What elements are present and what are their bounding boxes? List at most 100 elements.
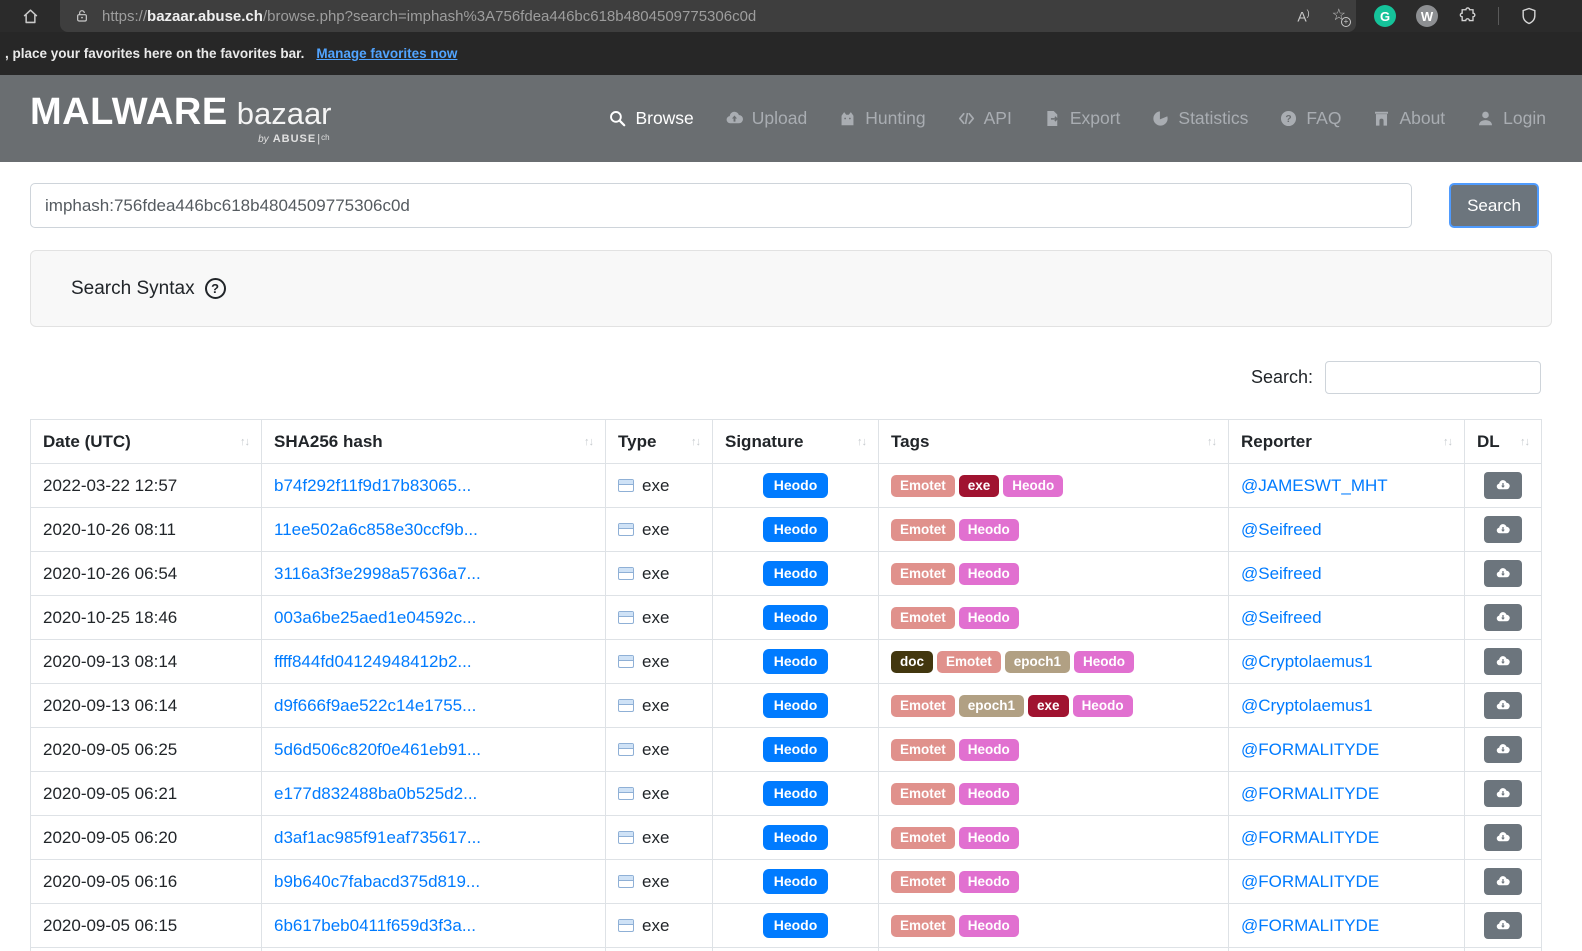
tag-badge-heodo[interactable]: Heodo (959, 519, 1019, 541)
nav-item-faq[interactable]: FAQ (1279, 108, 1341, 129)
nav-item-export[interactable]: Export (1043, 108, 1121, 129)
tag-badge-emotet[interactable]: Emotet (937, 651, 1001, 673)
tag-badge-emotet[interactable]: Emotet (891, 915, 955, 937)
signature-badge[interactable]: Heodo (763, 825, 829, 850)
download-button[interactable] (1484, 912, 1522, 939)
column-header-reporter[interactable]: Reporter↑↓ (1229, 420, 1465, 464)
sort-icon[interactable]: ↑↓ (240, 436, 249, 448)
reporter-link[interactable]: @FORMALITYDE (1241, 828, 1379, 847)
download-button[interactable] (1484, 560, 1522, 587)
sort-icon[interactable]: ↑↓ (1443, 436, 1452, 448)
nav-item-hunting[interactable]: Hunting (838, 108, 925, 129)
nav-item-api[interactable]: API (957, 108, 1012, 129)
reporter-link[interactable]: @JAMESWT_MHT (1241, 476, 1388, 495)
sha256-hash-link[interactable]: b9b640c7fabacd375d819... (274, 872, 480, 891)
reporter-link[interactable]: @Seifreed (1241, 520, 1322, 539)
tag-badge-heodo[interactable]: Heodo (1074, 651, 1134, 673)
signature-badge[interactable]: Heodo (763, 473, 829, 498)
tag-badge-heodo[interactable]: Heodo (959, 563, 1019, 585)
nav-item-statistics[interactable]: Statistics (1151, 108, 1248, 129)
download-button[interactable] (1484, 648, 1522, 675)
sha256-hash-link[interactable]: 5d6d506c820f0e461eb91... (274, 740, 481, 759)
column-header-dl[interactable]: DL↑↓ (1465, 420, 1542, 464)
sort-icon[interactable]: ↑↓ (584, 436, 593, 448)
tag-badge-emotet[interactable]: Emotet (891, 871, 955, 893)
sort-icon[interactable]: ↑↓ (691, 436, 700, 448)
tag-badge-heodo[interactable]: Heodo (1073, 695, 1133, 717)
tag-badge-heodo[interactable]: Heodo (959, 739, 1019, 761)
read-aloud-icon[interactable]: A) (1297, 8, 1309, 25)
signature-badge[interactable]: Heodo (763, 913, 829, 938)
sha256-hash-link[interactable]: 003a6be25aed1e04592c... (274, 608, 476, 627)
sha256-hash-link[interactable]: 11ee502a6c858e30ccf9b... (274, 520, 478, 539)
sha256-hash-link[interactable]: b74f292f11f9d17b83065... (274, 476, 471, 495)
lock-icon[interactable] (74, 8, 90, 24)
extensions-puzzle-icon[interactable] (1458, 6, 1478, 26)
sha256-hash-link[interactable]: ffff844fd04124948412b2... (274, 652, 472, 671)
reporter-link[interactable]: @FORMALITYDE (1241, 916, 1379, 935)
table-search-input[interactable] (1325, 361, 1541, 394)
address-bar[interactable]: https://bazaar.abuse.ch/browse.php?searc… (60, 0, 1356, 32)
sha256-hash-link[interactable]: 3116a3f3e2998a57636a7... (274, 564, 481, 583)
download-button[interactable] (1484, 604, 1522, 631)
tag-badge-heodo[interactable]: Heodo (959, 607, 1019, 629)
search-button[interactable]: Search (1449, 183, 1539, 228)
sort-icon[interactable]: ↑↓ (857, 436, 866, 448)
browser-essentials-icon[interactable] (1519, 6, 1539, 26)
column-header-tags[interactable]: Tags↑↓ (879, 420, 1229, 464)
tag-badge-epoch1[interactable]: epoch1 (959, 695, 1024, 717)
tag-badge-heodo[interactable]: Heodo (959, 827, 1019, 849)
column-header-type[interactable]: Type↑↓ (606, 420, 713, 464)
help-question-icon[interactable]: ? (205, 278, 226, 299)
url-text[interactable]: https://bazaar.abuse.ch/browse.php?searc… (102, 8, 1285, 25)
tag-badge-heodo[interactable]: Heodo (1003, 475, 1063, 497)
favorite-add-star-icon[interactable]: ☆+ (1332, 8, 1346, 24)
site-logo[interactable]: MALWARE bazaar byABUSE|ch (30, 93, 332, 145)
sha256-hash-link[interactable]: 6b617beb0411f659d3f3a... (274, 916, 476, 935)
download-button[interactable] (1484, 780, 1522, 807)
search-input[interactable] (30, 183, 1412, 228)
signature-badge[interactable]: Heodo (763, 517, 829, 542)
download-button[interactable] (1484, 692, 1522, 719)
sha256-hash-link[interactable]: e177d832488ba0b525d2... (274, 784, 477, 803)
search-syntax-panel[interactable]: Search Syntax ? (30, 250, 1552, 327)
reporter-link[interactable]: @Cryptolaemus1 (1241, 652, 1373, 671)
signature-badge[interactable]: Heodo (763, 869, 829, 894)
sha256-hash-link[interactable]: d3af1ac985f91eaf735617... (274, 828, 481, 847)
tag-badge-heodo[interactable]: Heodo (959, 871, 1019, 893)
nav-item-browse[interactable]: Browse (608, 108, 693, 129)
download-button[interactable] (1484, 868, 1522, 895)
reporter-link[interactable]: @Seifreed (1241, 564, 1322, 583)
reporter-link[interactable]: @Cryptolaemus1 (1241, 696, 1373, 715)
signature-badge[interactable]: Heodo (763, 605, 829, 630)
signature-badge[interactable]: Heodo (763, 781, 829, 806)
w-extension-icon[interactable]: W (1416, 5, 1438, 27)
reporter-link[interactable]: @FORMALITYDE (1241, 740, 1379, 759)
reporter-link[interactable]: @Seifreed (1241, 608, 1322, 627)
tag-badge-emotet[interactable]: Emotet (891, 475, 955, 497)
sha256-hash-link[interactable]: d9f666f9ae522c14e1755... (274, 696, 476, 715)
signature-badge[interactable]: Heodo (763, 693, 829, 718)
tag-badge-emotet[interactable]: Emotet (891, 563, 955, 585)
download-button[interactable] (1484, 824, 1522, 851)
tag-badge-emotet[interactable]: Emotet (891, 783, 955, 805)
tag-badge-heodo[interactable]: Heodo (959, 915, 1019, 937)
tag-badge-emotet[interactable]: Emotet (891, 695, 955, 717)
grammarly-icon[interactable]: G (1374, 5, 1396, 27)
nav-item-about[interactable]: About (1372, 108, 1445, 129)
home-button[interactable] (0, 7, 60, 26)
tag-badge-emotet[interactable]: Emotet (891, 519, 955, 541)
download-button[interactable] (1484, 516, 1522, 543)
sort-icon[interactable]: ↑↓ (1520, 436, 1529, 448)
column-header-signature[interactable]: Signature↑↓ (713, 420, 879, 464)
download-button[interactable] (1484, 472, 1522, 499)
signature-badge[interactable]: Heodo (763, 561, 829, 586)
tag-badge-emotet[interactable]: Emotet (891, 827, 955, 849)
tag-badge-epoch1[interactable]: epoch1 (1005, 651, 1070, 673)
reporter-link[interactable]: @FORMALITYDE (1241, 784, 1379, 803)
tag-badge-exe[interactable]: exe (1028, 695, 1069, 717)
tag-badge-emotet[interactable]: Emotet (891, 607, 955, 629)
tag-badge-heodo[interactable]: Heodo (959, 783, 1019, 805)
column-header-date-utc-[interactable]: Date (UTC)↑↓ (31, 420, 262, 464)
signature-badge[interactable]: Heodo (763, 649, 829, 674)
